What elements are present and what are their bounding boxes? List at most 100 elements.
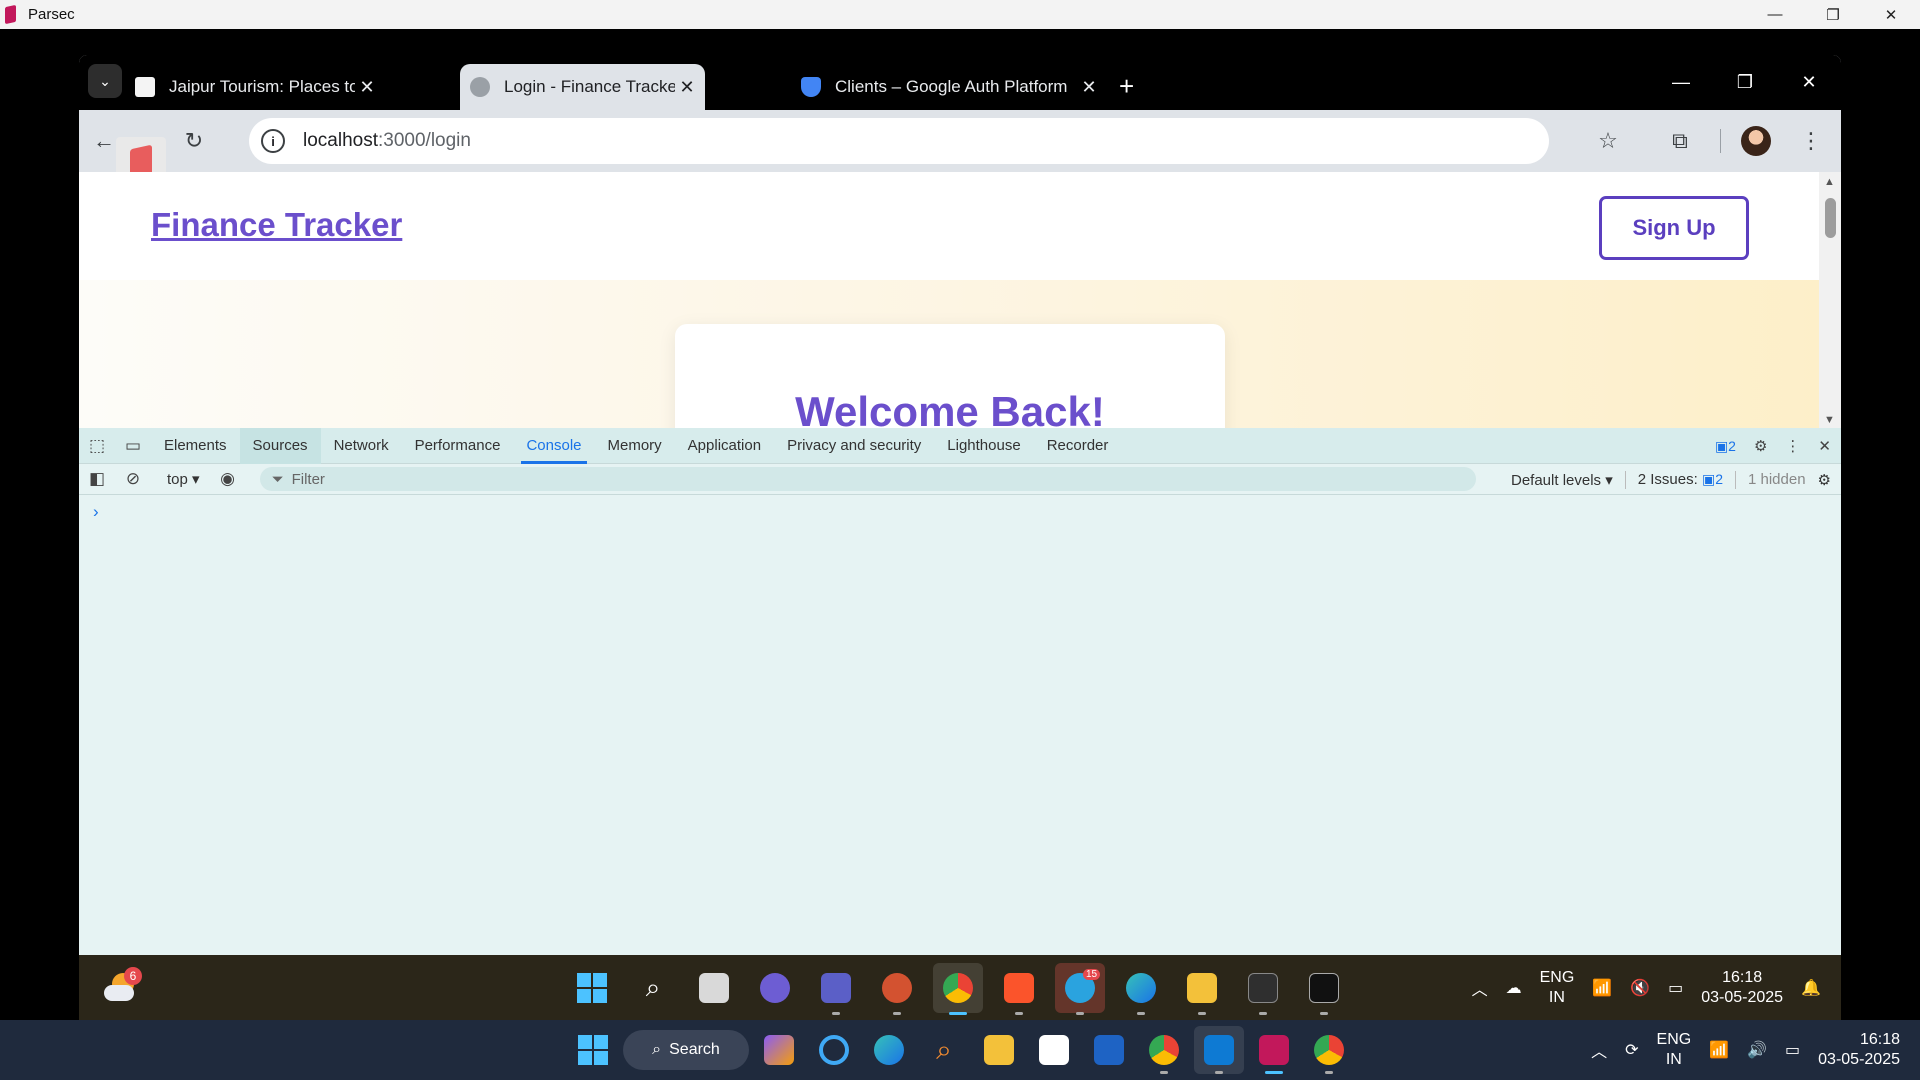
onedrive-icon[interactable]: ☁ (1506, 978, 1522, 998)
hidden-messages-count: 1 hidden (1747, 471, 1806, 488)
remote-taskbar-apps: ⌕ 15 (567, 963, 1349, 1015)
parsec-icon[interactable] (1249, 1026, 1299, 1074)
task-view-icon[interactable] (689, 963, 739, 1013)
issues-summary[interactable]: 2 Issues: ▣2 (1638, 471, 1723, 488)
remote-clock[interactable]: 16:18 03-05-2025 (1701, 968, 1783, 1008)
teams-icon[interactable] (811, 963, 861, 1015)
issues-count-badge[interactable]: ▣2 (1715, 438, 1736, 455)
devtools-tab-application[interactable]: Application (675, 428, 774, 464)
devtools-tab-sources[interactable]: Sources (239, 427, 321, 464)
taskbar-search-button[interactable]: ⌕ Search (623, 1030, 749, 1070)
chrome-icon[interactable] (1304, 1026, 1354, 1074)
clear-console-icon[interactable]: ⊘ (115, 469, 151, 489)
remote-language-indicator[interactable]: ENG IN (1540, 968, 1575, 1008)
battery-icon[interactable]: ▭ (1668, 978, 1683, 998)
devtools-tab-privacy-security[interactable]: Privacy and security (774, 428, 934, 464)
close-tab-icon[interactable]: ✕ (675, 77, 699, 98)
address-bar[interactable]: i localhost:3000/login (249, 118, 1549, 164)
lang-code: ENG (1656, 1031, 1692, 1048)
tab-google-auth-clients[interactable]: Clients – Google Auth Platform ✕ (801, 64, 1101, 110)
meet-icon[interactable] (750, 963, 800, 1013)
brand-link[interactable]: Finance Tracker (151, 206, 402, 244)
restore-icon[interactable]: ❐ (1804, 0, 1862, 29)
inspect-element-icon[interactable]: ⬚ (79, 436, 115, 456)
battery-icon[interactable]: ▭ (1785, 1040, 1800, 1060)
page-scrollbar[interactable]: ▲ ▼ (1819, 172, 1841, 428)
site-info-icon[interactable]: i (261, 129, 285, 153)
search-icon[interactable]: ⌕ (628, 963, 678, 1013)
log-levels-dropdown[interactable]: Default levels ▾ (1511, 471, 1613, 489)
new-tab-icon[interactable]: + (1119, 71, 1134, 102)
show-hidden-icons-icon[interactable]: ︿ (1472, 976, 1488, 1000)
devtools-tab-network[interactable]: Network (321, 428, 402, 464)
word-app-icon[interactable] (1084, 1026, 1134, 1074)
device-toolbar-icon[interactable]: ▭ (115, 436, 151, 456)
devtools-tab-elements[interactable]: Elements (151, 428, 240, 464)
local-clock[interactable]: 16:18 03-05-2025 (1818, 1030, 1900, 1070)
weather-widget-icon[interactable]: 6 (104, 967, 142, 1005)
live-expression-eye-icon[interactable]: ◉ (210, 469, 246, 489)
console-prompt[interactable]: › (93, 502, 99, 522)
sign-up-button[interactable]: Sign Up (1599, 196, 1749, 260)
volume-icon[interactable]: 🔊 (1747, 1040, 1767, 1060)
close-tab-icon[interactable]: ✕ (355, 77, 379, 98)
more-options-icon[interactable]: ⋮ (1785, 437, 1800, 455)
notification-bell-icon[interactable]: 🔔 (1801, 978, 1821, 998)
microsoft-store-icon[interactable] (1029, 1026, 1079, 1074)
devtools-tab-lighthouse[interactable]: Lighthouse (934, 428, 1033, 464)
local-language-indicator[interactable]: ENG IN (1657, 1030, 1692, 1070)
sync-icon[interactable]: ⟳ (1625, 1040, 1638, 1060)
chrome-profile-icon[interactable] (1139, 1026, 1189, 1074)
edge-icon[interactable] (1116, 963, 1166, 1015)
devtools-tab-memory[interactable]: Memory (595, 428, 675, 464)
close-devtools-icon[interactable]: ✕ (1818, 437, 1831, 455)
devtools-tab-performance[interactable]: Performance (402, 428, 514, 464)
devtools-tab-console[interactable]: Console (513, 428, 594, 464)
reload-icon[interactable]: ↻ (174, 121, 214, 161)
sidebar-toggle-icon[interactable]: ◧ (79, 469, 115, 489)
close-tab-icon[interactable]: ✕ (1077, 77, 1101, 98)
url-text: localhost:3000/login (303, 130, 471, 152)
powerpoint-icon[interactable] (872, 963, 922, 1015)
file-explorer-icon[interactable] (1177, 963, 1227, 1015)
tab-strip: ⌄ Jaipur Tourism: Places to Visit, S ✕ L… (79, 55, 1841, 110)
extensions-icon[interactable]: ⧉ (1660, 121, 1700, 161)
scroll-thumb[interactable] (1825, 198, 1836, 238)
terminal-icon[interactable] (1238, 963, 1288, 1015)
search-app-icon[interactable]: ⌕ (919, 1026, 969, 1074)
wifi-icon[interactable]: 📶 (1592, 978, 1612, 998)
close-icon[interactable]: ✕ (1862, 0, 1920, 29)
scroll-down-icon[interactable]: ▼ (1824, 414, 1835, 426)
settings-gear-icon[interactable]: ⚙ (1754, 437, 1767, 455)
start-icon[interactable] (568, 1026, 618, 1074)
menu-kebab-icon[interactable]: ⋮ (1791, 121, 1831, 161)
restore-icon[interactable]: ❐ (1713, 55, 1777, 110)
context-selector[interactable]: top ▾ (157, 470, 210, 488)
chrome-icon[interactable] (933, 963, 983, 1015)
minimize-icon[interactable]: — (1746, 0, 1804, 29)
copilot-icon[interactable] (754, 1026, 804, 1074)
tab-login-finance-tracker[interactable]: Login - Finance Tracker ✕ (460, 64, 705, 110)
start-icon[interactable] (567, 963, 617, 1013)
console-filter-input[interactable]: ⏷ Filter (259, 467, 1476, 491)
bookmark-star-icon[interactable]: ☆ (1588, 121, 1628, 161)
tab-jaipur-tourism[interactable]: Jaipur Tourism: Places to Visit, S ✕ (135, 64, 379, 110)
telegram-icon[interactable]: 15 (1055, 963, 1105, 1015)
brave-icon[interactable] (994, 963, 1044, 1015)
file-explorer-icon[interactable] (974, 1026, 1024, 1074)
edge-icon[interactable] (864, 1026, 914, 1074)
volume-muted-icon[interactable]: 🔇 (1630, 978, 1650, 998)
cortana-icon[interactable] (809, 1026, 859, 1074)
profile-avatar[interactable] (1741, 126, 1771, 156)
minimize-icon[interactable]: — (1649, 55, 1713, 110)
browser-toolbar: ← ↻ i localhost:3000/login ☆ ⧉ ⋮ (79, 110, 1841, 187)
wifi-icon[interactable]: 📶 (1709, 1040, 1729, 1060)
vscode-icon[interactable] (1194, 1026, 1244, 1074)
close-icon[interactable]: ✕ (1777, 55, 1841, 110)
devtools-tab-recorder[interactable]: Recorder (1034, 428, 1122, 464)
console-settings-gear-icon[interactable]: ⚙ (1818, 471, 1831, 489)
scroll-up-icon[interactable]: ▲ (1824, 176, 1835, 188)
show-hidden-icons-icon[interactable]: ︿ (1591, 1038, 1607, 1062)
tab-search-button[interactable]: ⌄ (88, 64, 122, 98)
app-box-icon[interactable] (1299, 963, 1349, 1015)
